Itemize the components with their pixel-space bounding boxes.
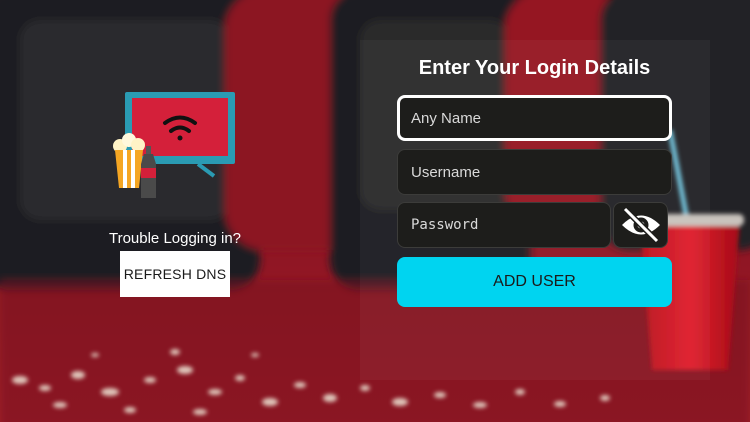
add-user-button[interactable]: ADD USER bbox=[397, 257, 672, 307]
form-title: Enter Your Login Details bbox=[418, 57, 651, 79]
app-logo bbox=[113, 92, 235, 198]
eye-slash-icon bbox=[621, 206, 660, 244]
name-field[interactable]: Any Name bbox=[397, 95, 672, 141]
password-field[interactable]: Password bbox=[397, 202, 611, 248]
username-field[interactable]: Username bbox=[397, 149, 672, 195]
popcorn-icon bbox=[113, 133, 145, 188]
trouble-logging-text: Trouble Logging in? bbox=[108, 230, 242, 247]
password-visibility-toggle[interactable] bbox=[613, 202, 668, 248]
refresh-dns-button[interactable]: REFRESH DNS bbox=[120, 251, 230, 297]
